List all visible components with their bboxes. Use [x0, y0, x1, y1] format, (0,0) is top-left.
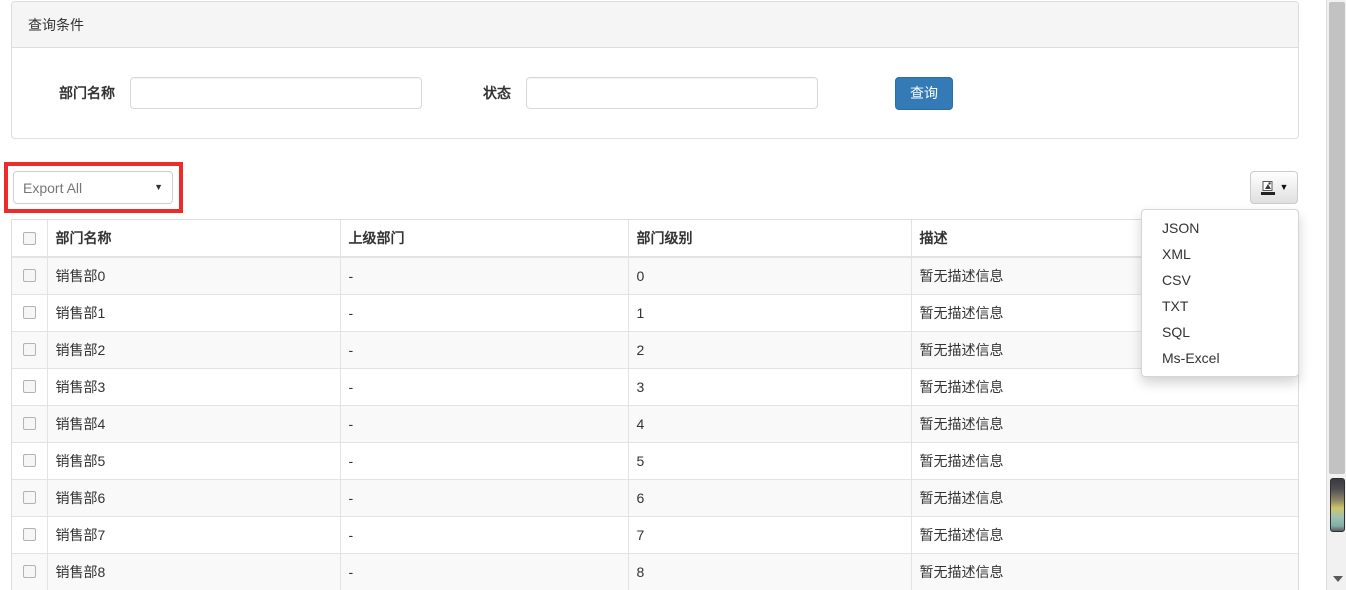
page-content: 查询条件 部门名称 状态 查询 Export All ▼	[0, 0, 1326, 590]
cell-dept-level: 0	[628, 257, 911, 294]
row-select-cell	[12, 516, 47, 553]
cell-dept-name: 销售部3	[47, 368, 340, 405]
row-select-cell	[12, 405, 47, 442]
cell-dept-level: 5	[628, 442, 911, 479]
cell-description: 暂无描述信息	[911, 442, 1298, 479]
query-conditions-panel: 查询条件 部门名称 状态 查询	[11, 1, 1299, 139]
row-select-cell	[12, 553, 47, 590]
field-group-dept-name: 部门名称	[55, 77, 422, 109]
chevron-down-icon[interactable]	[1333, 576, 1343, 582]
row-select-checkbox[interactable]	[23, 417, 36, 430]
menu-item-xml[interactable]: XML	[1142, 241, 1298, 267]
status-label: 状态	[470, 83, 526, 103]
table-row[interactable]: 销售部6-6暂无描述信息	[12, 479, 1298, 516]
cell-parent-dept: -	[340, 442, 628, 479]
cell-dept-name: 销售部4	[47, 405, 340, 442]
table-row[interactable]: 销售部3-3暂无描述信息	[12, 368, 1298, 405]
menu-item-ms-excel[interactable]: Ms-Excel	[1142, 345, 1298, 371]
cell-dept-level: 7	[628, 516, 911, 553]
row-select-checkbox[interactable]	[23, 454, 36, 467]
export-all-select[interactable]: Export All ▼	[13, 171, 173, 204]
cell-dept-name: 销售部0	[47, 257, 340, 294]
cell-parent-dept: -	[340, 405, 628, 442]
cell-dept-level: 6	[628, 479, 911, 516]
cell-dept-level: 1	[628, 294, 911, 331]
row-select-checkbox[interactable]	[23, 343, 36, 356]
chevron-down-icon: ▼	[1280, 183, 1289, 192]
export-icon	[1260, 180, 1276, 196]
table-row[interactable]: 销售部2-2暂无描述信息	[12, 331, 1298, 368]
cell-dept-name: 销售部8	[47, 553, 340, 590]
cell-description: 暂无描述信息	[911, 405, 1298, 442]
scrollbar-thumb[interactable]	[1330, 478, 1345, 532]
select-all-header	[12, 220, 47, 257]
table-head: 部门名称 上级部门 部门级别 描述	[12, 220, 1298, 257]
query-button[interactable]: 查询	[895, 77, 953, 110]
cell-parent-dept: -	[340, 479, 628, 516]
table-row[interactable]: 销售部0-0暂无描述信息	[12, 257, 1298, 294]
department-table-container: 部门名称 上级部门 部门级别 描述 销售部0-0暂无描述信息销售部1-1暂无描述…	[11, 219, 1299, 590]
column-header-dept-name[interactable]: 部门名称	[47, 220, 340, 257]
row-select-checkbox[interactable]	[23, 528, 36, 541]
table-row[interactable]: 销售部8-8暂无描述信息	[12, 553, 1298, 590]
row-select-cell	[12, 331, 47, 368]
cell-dept-level: 2	[628, 331, 911, 368]
row-select-checkbox[interactable]	[23, 491, 36, 504]
scrollbar-track[interactable]	[1329, 2, 1345, 474]
cell-parent-dept: -	[340, 516, 628, 553]
cell-dept-level: 3	[628, 368, 911, 405]
table-row[interactable]: 销售部5-5暂无描述信息	[12, 442, 1298, 479]
dept-name-label: 部门名称	[55, 83, 130, 103]
cell-parent-dept: -	[340, 294, 628, 331]
cell-description: 暂无描述信息	[911, 479, 1298, 516]
cell-dept-name: 销售部6	[47, 479, 340, 516]
page-title: 查询条件	[28, 18, 84, 32]
cell-parent-dept: -	[340, 331, 628, 368]
cell-dept-name: 销售部1	[47, 294, 340, 331]
column-header-dept-level[interactable]: 部门级别	[628, 220, 911, 257]
cell-description: 暂无描述信息	[911, 553, 1298, 590]
export-button[interactable]: ▼	[1250, 171, 1298, 204]
cell-description: 暂无描述信息	[911, 516, 1298, 553]
department-table: 部门名称 上级部门 部门级别 描述 销售部0-0暂无描述信息销售部1-1暂无描述…	[12, 220, 1298, 590]
menu-item-txt[interactable]: TXT	[1142, 293, 1298, 319]
table-row[interactable]: 销售部7-7暂无描述信息	[12, 516, 1298, 553]
cell-dept-name: 销售部2	[47, 331, 340, 368]
row-select-checkbox[interactable]	[23, 269, 36, 282]
query-form: 部门名称 状态 查询	[12, 48, 1298, 138]
export-format-menu: JSON XML CSV TXT SQL Ms-Excel	[1141, 209, 1299, 377]
cell-parent-dept: -	[340, 553, 628, 590]
field-group-status: 状态	[470, 77, 818, 109]
row-select-cell	[12, 368, 47, 405]
row-select-cell	[12, 294, 47, 331]
table-row[interactable]: 销售部4-4暂无描述信息	[12, 405, 1298, 442]
column-header-parent-dept[interactable]: 上级部门	[340, 220, 628, 257]
row-select-cell	[12, 479, 47, 516]
cell-parent-dept: -	[340, 257, 628, 294]
menu-item-json[interactable]: JSON	[1142, 215, 1298, 241]
status-input[interactable]	[526, 77, 818, 109]
cell-dept-level: 4	[628, 405, 911, 442]
table-body: 销售部0-0暂无描述信息销售部1-1暂无描述信息销售部2-2暂无描述信息销售部3…	[12, 257, 1298, 590]
browser-scrollbar[interactable]	[1326, 0, 1346, 590]
row-select-checkbox[interactable]	[23, 306, 36, 319]
cell-dept-name: 销售部7	[47, 516, 340, 553]
select-all-checkbox[interactable]	[23, 232, 36, 245]
row-select-cell	[12, 257, 47, 294]
cell-dept-level: 8	[628, 553, 911, 590]
cell-dept-name: 销售部5	[47, 442, 340, 479]
table-header-row: 部门名称 上级部门 部门级别 描述	[12, 220, 1298, 257]
row-select-checkbox[interactable]	[23, 565, 36, 578]
row-select-cell	[12, 442, 47, 479]
cell-parent-dept: -	[340, 368, 628, 405]
screen: 查询条件 部门名称 状态 查询 Export All ▼	[0, 0, 1346, 590]
menu-item-csv[interactable]: CSV	[1142, 267, 1298, 293]
dept-name-input[interactable]	[130, 77, 422, 109]
row-select-checkbox[interactable]	[23, 380, 36, 393]
panel-heading: 查询条件	[12, 2, 1298, 48]
export-all-select-value: Export All	[23, 180, 82, 196]
menu-item-sql[interactable]: SQL	[1142, 319, 1298, 345]
table-row[interactable]: 销售部1-1暂无描述信息	[12, 294, 1298, 331]
chevron-down-icon: ▼	[154, 183, 163, 192]
